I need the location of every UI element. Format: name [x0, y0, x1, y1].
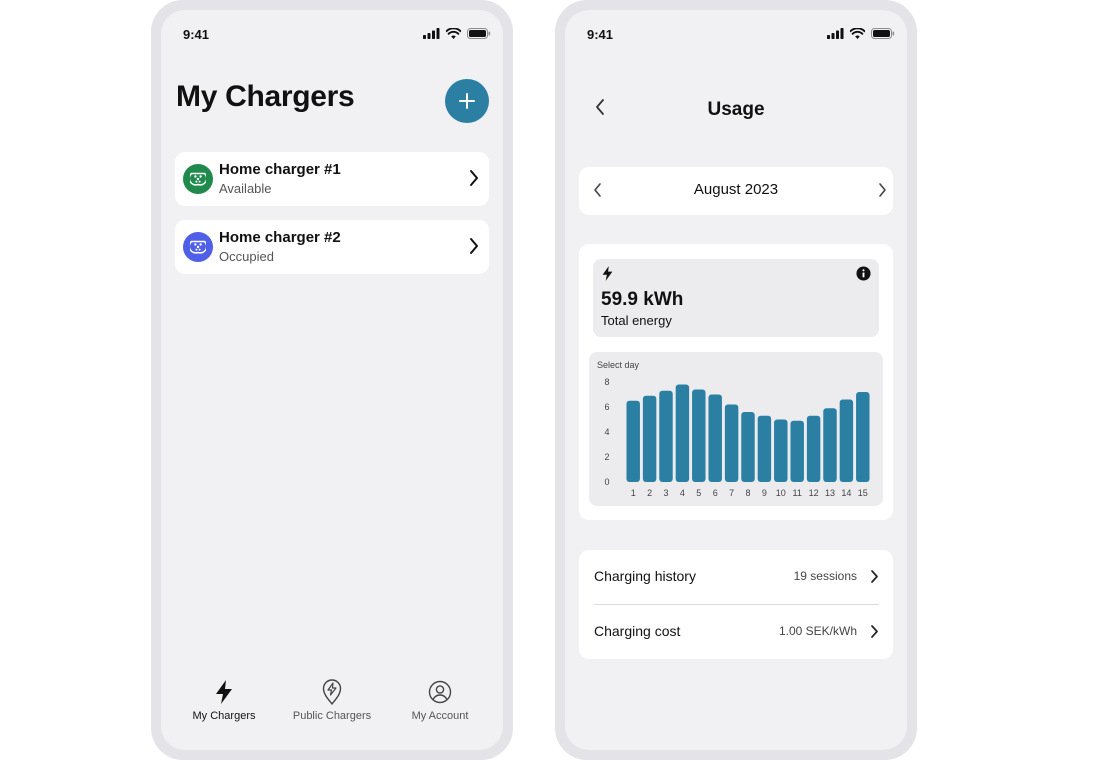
add-charger-button[interactable] [445, 79, 489, 123]
month-label: August 2023 [693, 181, 779, 198]
charging-cost-row[interactable]: Charging cost 1.00 SEK/kWh [579, 605, 893, 659]
day-bar-12[interactable] [806, 415, 821, 482]
map-pin-bolt-icon [322, 679, 342, 705]
x-tick-label: 2 [647, 488, 652, 498]
total-energy-box: 59.9 kWh Total energy [593, 259, 879, 337]
day-bar-15[interactable] [856, 392, 870, 482]
row-label: Charging history [594, 568, 696, 584]
day-bar-5[interactable] [692, 389, 706, 483]
tab-label: My Chargers [192, 710, 256, 722]
charger-name: Home charger #1 [219, 161, 341, 178]
day-bar-2[interactable] [642, 395, 657, 482]
plug-icon [190, 240, 206, 254]
info-icon [856, 266, 871, 281]
day-bar-14[interactable] [839, 399, 854, 483]
x-tick-label: 14 [841, 488, 851, 498]
bolt-icon [602, 266, 613, 281]
day-bar-6[interactable] [708, 394, 722, 483]
charger-status: Available [219, 181, 272, 196]
x-tick-label: 6 [713, 488, 718, 498]
y-tick-label: 2 [604, 452, 609, 462]
charging-history-row[interactable]: Charging history 19 sessions [579, 550, 893, 604]
status-time: 9:41 [183, 27, 210, 42]
status-icons [827, 28, 895, 39]
tab-label: My Account [411, 710, 469, 722]
phone-usage: 9:41 Usage August 2023 59.9 kWh Total en… [555, 0, 917, 760]
charger-avatar [183, 232, 213, 262]
page-title: My Chargers [176, 80, 355, 113]
x-tick-label: 13 [825, 488, 835, 498]
usage-details-list: Charging history 19 sessions Charging co… [579, 550, 893, 659]
plug-icon [190, 172, 206, 186]
x-tick-label: 10 [776, 488, 786, 498]
chevron-right-icon [470, 170, 478, 186]
status-icons [423, 28, 491, 39]
bolt-icon [216, 680, 232, 704]
row-label: Charging cost [594, 623, 681, 639]
status-bar: 9:41 [565, 10, 907, 58]
total-energy-caption: Total energy [601, 313, 672, 328]
battery-icon [871, 28, 895, 39]
day-bar-9[interactable] [757, 415, 772, 482]
plus-icon [459, 93, 475, 109]
y-tick-label: 6 [604, 402, 609, 412]
y-tick-label: 4 [604, 427, 609, 437]
wifi-icon [446, 28, 461, 39]
status-time: 9:41 [587, 27, 614, 42]
next-month-button[interactable] [877, 182, 887, 203]
chevron-right-icon [879, 183, 886, 197]
info-button[interactable] [856, 266, 871, 286]
tab-public-chargers[interactable]: Public Chargers [277, 678, 387, 722]
day-bar-7[interactable] [724, 404, 739, 483]
x-tick-label: 12 [809, 488, 819, 498]
bar-chart: 864201 2 3 4 5 6 7 8 9 10 11 12 13 14 15 [604, 377, 870, 498]
row-value: 19 sessions [793, 569, 857, 583]
x-tick-label: 3 [663, 488, 668, 498]
day-bar-3[interactable] [659, 390, 673, 482]
month-selector: August 2023 [579, 167, 893, 215]
phone-my-chargers: 9:41 My Chargers Home charger #1 Availab… [151, 0, 513, 760]
x-tick-label: 8 [745, 488, 750, 498]
day-bar-4[interactable] [675, 384, 690, 483]
day-bar-8[interactable] [741, 412, 755, 482]
charger-avatar [183, 164, 213, 194]
x-tick-label: 9 [762, 488, 767, 498]
day-bar-1[interactable] [626, 400, 640, 482]
tab-my-account[interactable]: My Account [385, 678, 495, 722]
x-tick-label: 11 [793, 488, 802, 498]
x-tick-label: 4 [680, 488, 685, 498]
user-circle-icon [428, 680, 452, 704]
signal-icon [423, 28, 440, 39]
x-tick-label: 5 [696, 488, 701, 498]
day-bar-10[interactable] [774, 419, 788, 483]
status-bar: 9:41 [161, 10, 503, 58]
screen-my-chargers: 9:41 My Chargers Home charger #1 Availab… [161, 10, 503, 750]
chevron-right-icon [871, 625, 878, 638]
tab-bar: My Chargers Public Chargers My Account [161, 660, 503, 750]
tab-label: Public Chargers [292, 710, 372, 722]
chevron-right-icon [871, 570, 878, 583]
total-energy-value: 59.9 kWh [601, 289, 684, 310]
signal-icon [827, 28, 844, 39]
y-tick-label: 8 [604, 377, 609, 387]
screen-usage: 9:41 Usage August 2023 59.9 kWh Total en… [565, 10, 907, 750]
y-tick-label: 0 [604, 477, 609, 487]
x-tick-label: 1 [631, 488, 636, 498]
charger-card-home-1[interactable]: Home charger #1 Available [175, 152, 489, 206]
battery-icon [467, 28, 491, 39]
charger-card-home-2[interactable]: Home charger #2 Occupied [175, 220, 489, 274]
x-tick-label: 7 [729, 488, 734, 498]
daily-usage-chart: Select day 8 6 4 2 0 1 2 3 4 5 6 7 8 9 10 11 12 13 14 15 [589, 352, 883, 506]
day-bar-11[interactable] [790, 420, 804, 482]
usage-card: 59.9 kWh Total energy Select day 8642012… [579, 244, 893, 520]
page-title: Usage [707, 99, 765, 120]
wifi-icon [850, 28, 865, 39]
tab-my-chargers[interactable]: My Chargers [169, 678, 279, 722]
row-value: 1.00 SEK/kWh [778, 624, 857, 638]
day-bar-13[interactable] [823, 408, 837, 482]
x-tick-label: 15 [858, 488, 868, 498]
chevron-right-icon [470, 238, 478, 254]
charger-name: Home charger #2 [219, 229, 341, 246]
charger-status: Occupied [219, 249, 274, 264]
